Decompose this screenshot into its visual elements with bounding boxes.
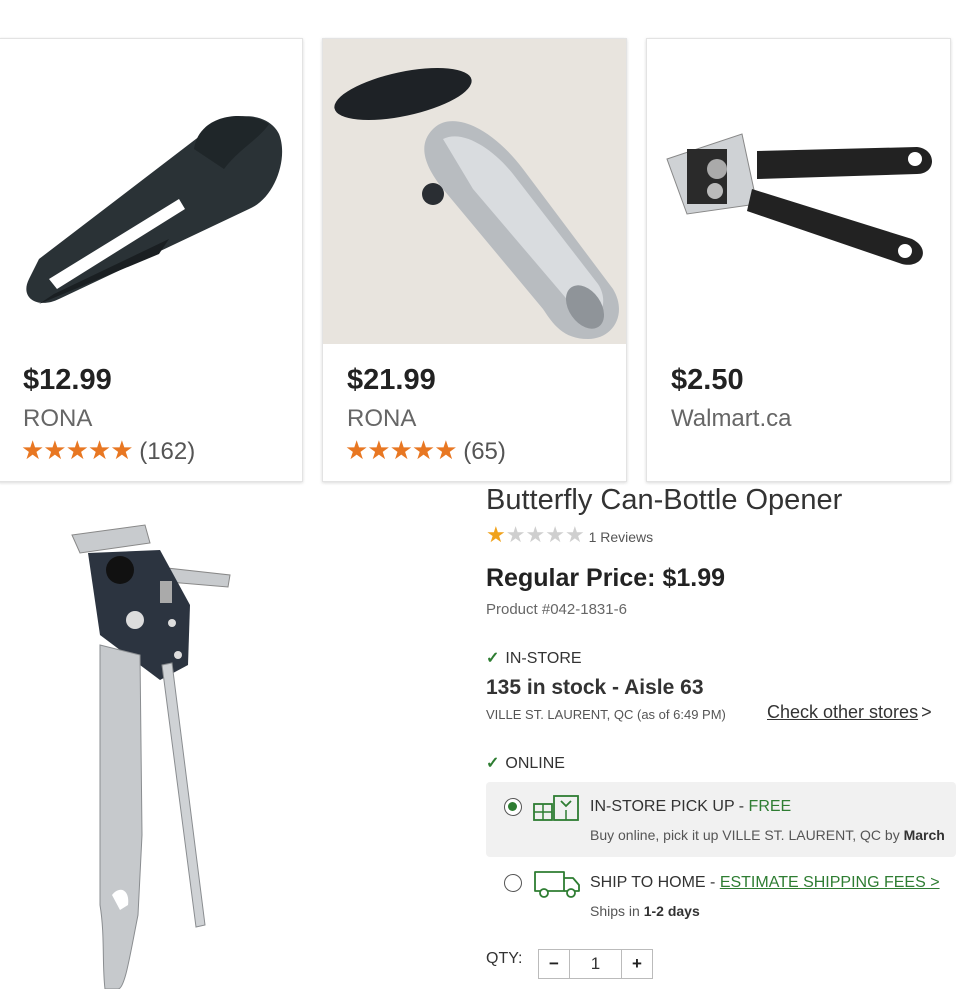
pickup-title: IN-STORE PICK UP - FREE xyxy=(590,798,791,816)
regular-price: Regular Price: $1.99 xyxy=(486,564,726,592)
check-other-stores-link[interactable]: Check other stores > xyxy=(767,702,932,723)
quantity-input[interactable]: 1 xyxy=(569,950,622,978)
pickup-description: Buy online, pick it up VILLE ST. LAURENT… xyxy=(590,827,945,843)
increment-button[interactable]: + xyxy=(622,950,652,978)
pickup-desc-text: Buy online, pick it up VILLE ST. LAURENT… xyxy=(590,827,904,843)
main-product-image[interactable] xyxy=(60,515,250,990)
star-icon: ★ xyxy=(564,522,585,547)
check-other-stores-label[interactable]: Check other stores xyxy=(767,702,918,722)
product-card-1[interactable]: $12.99 RONA ★★★★★ (162) xyxy=(0,38,303,482)
product-image-2[interactable] xyxy=(323,39,626,344)
star-icon: ★ xyxy=(525,522,546,547)
pickup-free: FREE xyxy=(748,798,792,815)
estimate-shipping-link[interactable]: ESTIMATE SHIPPING FEES > xyxy=(720,874,940,891)
checkmark-icon: ✓ xyxy=(486,755,500,772)
product-title: Butterfly Can-Bottle Opener xyxy=(486,484,843,516)
chevron-right-icon: > xyxy=(921,702,932,722)
product-price-3: $2.50 xyxy=(671,364,744,396)
product-image-1[interactable] xyxy=(0,39,302,344)
ship-title: SHIP TO HOME - ESTIMATE SHIPPING FEES > xyxy=(590,874,940,892)
product-seller-3: Walmart.ca xyxy=(671,405,792,432)
rating-stars-2: ★★★★★ xyxy=(345,435,458,465)
store-pickup-icon xyxy=(532,792,580,827)
product-rating-1: ★★★★★ (162) xyxy=(21,435,195,466)
product-number: Product #042-1831-6 xyxy=(486,601,627,618)
star-icon: ★ xyxy=(486,522,506,547)
qty-label: QTY: xyxy=(486,950,523,967)
store-location: VILLE ST. LAURENT, QC (as of 6:49 PM) xyxy=(486,707,726,722)
quantity-stepper[interactable]: − 1 + xyxy=(538,949,653,979)
ship-desc-days: 1-2 days xyxy=(643,903,700,919)
product-card-2[interactable]: $21.99 RONA ★★★★★ (65) xyxy=(322,38,627,482)
ship-option[interactable]: SHIP TO HOME - ESTIMATE SHIPPING FEES > … xyxy=(486,862,956,922)
review-count-2: (65) xyxy=(463,438,506,465)
product-image-3[interactable] xyxy=(647,39,950,344)
pickup-radio[interactable] xyxy=(504,798,522,816)
star-icon: ★ xyxy=(545,522,565,547)
product-card-3[interactable]: $2.50 Walmart.ca xyxy=(646,38,951,482)
ship-radio[interactable] xyxy=(504,874,522,892)
online-label: ONLINE xyxy=(505,755,565,772)
online-heading: ✓ ONLINE xyxy=(486,753,565,773)
review-count[interactable]: 1 Reviews xyxy=(589,529,654,545)
rating-stars-1: ★★★★★ xyxy=(21,435,134,465)
review-summary[interactable]: ★★★★★ 1 Reviews xyxy=(486,522,653,548)
decrement-button[interactable]: − xyxy=(539,950,569,978)
pickup-option[interactable]: IN-STORE PICK UP - FREE Buy online, pick… xyxy=(486,782,956,857)
review-count-1: (162) xyxy=(139,438,196,465)
product-seller-1: RONA xyxy=(23,405,93,432)
ship-description: Ships in 1-2 days xyxy=(590,903,700,919)
pickup-label: IN-STORE PICK UP - xyxy=(590,798,749,815)
product-price-2: $21.99 xyxy=(347,364,436,396)
truck-icon xyxy=(532,867,582,906)
in-store-label: IN-STORE xyxy=(505,650,582,667)
in-store-heading: ✓ IN-STORE xyxy=(486,648,582,668)
stock-status: 135 in stock - Aisle 63 xyxy=(486,676,704,699)
product-price-1: $12.99 xyxy=(23,364,112,396)
star-icon: ★ xyxy=(505,522,526,547)
ship-desc-text: Ships in xyxy=(590,903,644,919)
checkmark-icon: ✓ xyxy=(486,650,500,667)
pickup-desc-date: March xyxy=(903,827,945,843)
product-rating-2: ★★★★★ (65) xyxy=(345,435,506,466)
ship-label: SHIP TO HOME - xyxy=(590,874,720,891)
product-seller-2: RONA xyxy=(347,405,417,432)
